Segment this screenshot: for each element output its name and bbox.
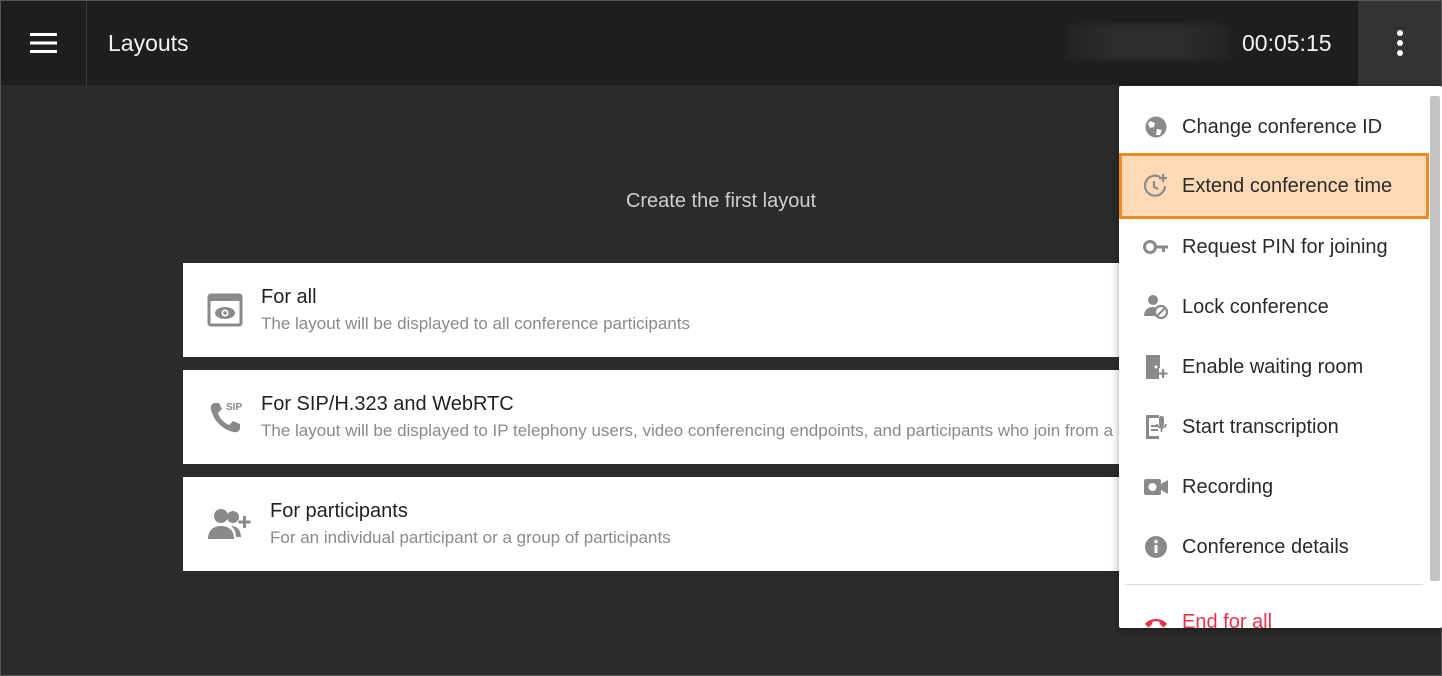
card-description: For an individual participant or a group… — [270, 528, 671, 547]
top-bar: Layouts 00:05:15 — [1, 1, 1441, 85]
conference-timer: 00:05:15 — [1242, 30, 1332, 56]
menu-item-label: Change conference ID — [1182, 115, 1383, 138]
menu-divider — [1125, 584, 1423, 585]
menu-item-label: Extend conference time — [1182, 174, 1393, 197]
sip-phone-icon: SIP — [210, 402, 242, 433]
card-title: For SIP/H.323 and WebRTC — [261, 393, 514, 415]
layout-card-for-all[interactable]: For all The layout will be displayed to … — [183, 263, 1183, 357]
conference-options-menu: Change conference ID Extend conference t… — [1119, 86, 1442, 628]
menu-item-request-pin[interactable]: Request PIN for joining — [1119, 217, 1429, 277]
card-description: The layout will be displayed to IP telep… — [261, 421, 1179, 440]
layout-card-for-participants[interactable]: For participants For an individual parti… — [183, 477, 1183, 571]
menu-item-conference-details[interactable]: Conference details — [1119, 517, 1429, 577]
menu-item-recording[interactable]: Recording — [1119, 457, 1429, 517]
transcription-icon — [1143, 414, 1169, 440]
card-title: For participants — [270, 500, 408, 522]
more-options-button[interactable] — [1358, 1, 1441, 85]
card-description: The layout will be displayed to all conf… — [261, 314, 691, 333]
menu-scrollbar[interactable] — [1430, 96, 1440, 581]
page-title: Layouts — [108, 30, 189, 56]
menu-item-start-transcription[interactable]: Start transcription — [1119, 397, 1429, 457]
menu-item-label: Lock conference — [1182, 295, 1329, 318]
menu-item-label: End for all — [1182, 610, 1273, 629]
info-icon — [1143, 534, 1169, 560]
menu-item-enable-waiting-room[interactable]: Enable waiting room — [1119, 337, 1429, 397]
eye-window-icon — [207, 293, 243, 327]
hang-up-icon — [1143, 609, 1169, 628]
menu-item-label: Conference details — [1182, 535, 1349, 558]
hamburger-menu-button[interactable] — [1, 1, 87, 85]
menu-item-label: Recording — [1182, 475, 1274, 498]
user-block-icon — [1143, 294, 1169, 320]
menu-item-change-conference-id[interactable]: Change conference ID — [1119, 97, 1429, 157]
menu-item-label: Enable waiting room — [1182, 355, 1364, 378]
camera-icon — [1143, 474, 1169, 500]
clock-plus-icon — [1143, 173, 1169, 199]
menu-item-label: Request PIN for joining — [1182, 235, 1388, 258]
menu-item-lock-conference[interactable]: Lock conference — [1119, 277, 1429, 337]
menu-item-label: Start transcription — [1182, 415, 1339, 438]
menu-item-extend-conference-time[interactable]: Extend conference time — [1119, 153, 1429, 219]
svg-text:SIP: SIP — [226, 402, 242, 413]
card-title: For all — [261, 286, 317, 308]
layout-card-sip-webrtc[interactable]: SIP For SIP/H.323 and WebRTC The layout … — [183, 370, 1183, 464]
key-icon — [1143, 234, 1169, 260]
hamburger-icon — [29, 33, 57, 53]
globe-icon — [1143, 114, 1169, 140]
blurred-conference-name — [1065, 24, 1233, 60]
menu-item-end-for-all[interactable]: End for all — [1119, 592, 1429, 628]
add-users-icon — [208, 509, 251, 539]
more-vertical-icon — [1396, 30, 1403, 56]
door-plus-icon — [1143, 354, 1169, 380]
